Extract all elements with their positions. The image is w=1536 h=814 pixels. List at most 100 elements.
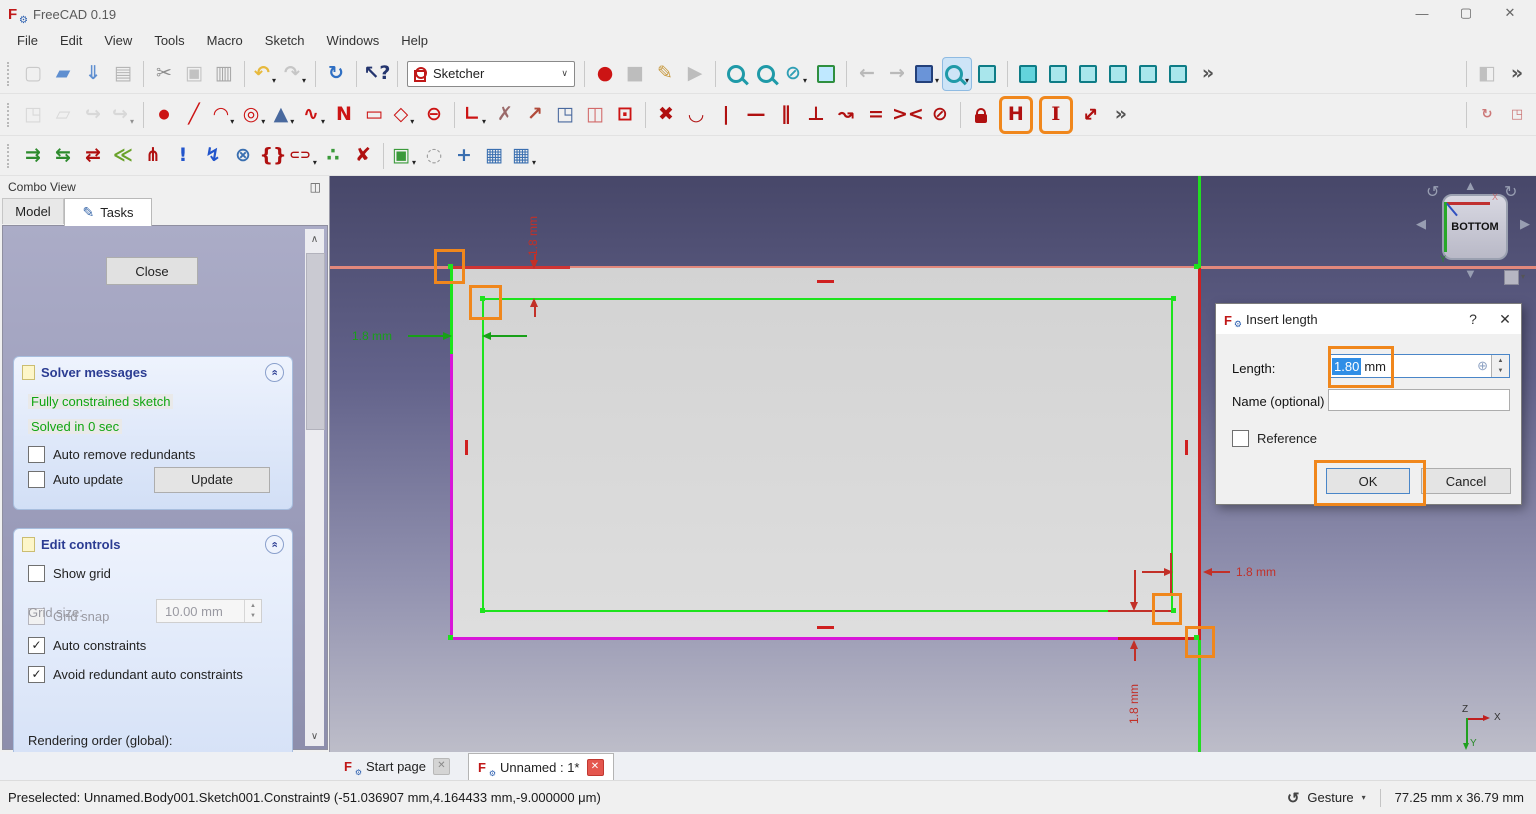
show-bspline-control-polygon-button[interactable]: +: [450, 140, 478, 172]
save-button[interactable]: ⇓: [79, 58, 107, 90]
outer-rect-top-edge[interactable]: [452, 266, 570, 269]
show-bspline-knot-multiplicity-button[interactable]: ▦▾: [510, 140, 538, 172]
external-geometry-button[interactable]: ◳: [551, 99, 579, 131]
length-spinner[interactable]: ▲▼: [1491, 355, 1509, 377]
macro-stop-button[interactable]: ■: [621, 58, 649, 90]
toolbar-grip[interactable]: [7, 144, 12, 168]
fillet-button[interactable]: ∟▾: [461, 99, 489, 131]
dropdown-caret-icon[interactable]: ▾: [261, 117, 265, 126]
dropdown-caret-icon[interactable]: ▾: [313, 158, 317, 167]
outer-rect-left-edge[interactable]: [450, 354, 453, 640]
dropdown-caret-icon[interactable]: ▾: [803, 76, 807, 85]
create-line-button[interactable]: ╱: [180, 99, 208, 131]
vertical-constraint-tick[interactable]: [465, 440, 468, 455]
sketcher-edit-tools-icon-1[interactable]: ↻: [1473, 99, 1501, 131]
update-button[interactable]: Update: [154, 467, 270, 493]
new-file-button[interactable]: ▢: [19, 58, 47, 90]
top-view-button[interactable]: [1044, 58, 1072, 90]
clone-button[interactable]: ⊂⊃▾: [289, 140, 317, 172]
vertex-dot[interactable]: [448, 264, 453, 269]
tab-unnamed-document[interactable]: F ⚙ Unnamed : 1* ✕: [468, 753, 614, 781]
create-slot-button[interactable]: ⊖: [420, 99, 448, 131]
scroll-up-icon[interactable]: ∧: [305, 229, 324, 249]
sketcher-view-section-button[interactable]: ◧: [1473, 58, 1501, 90]
reference-checkbox[interactable]: [1232, 430, 1249, 447]
cut-button[interactable]: ✂: [150, 58, 178, 90]
close-task-button[interactable]: Close: [106, 257, 198, 285]
menu-item-help[interactable]: Help: [390, 30, 439, 52]
navigation-cube[interactable]: ▲ ↺ ↻ ◀ ▶ BOTTOM X Y ▼ ▾: [1416, 178, 1536, 294]
inner-rect[interactable]: [482, 298, 1173, 612]
tab-model[interactable]: Model: [2, 198, 64, 224]
vertex-dot[interactable]: [480, 296, 485, 301]
toolbar-grip[interactable]: [7, 103, 12, 127]
extend-edge-button[interactable]: ↗: [521, 99, 549, 131]
symmetry-button[interactable]: {}: [259, 140, 287, 172]
collapse-solver-button[interactable]: «: [265, 363, 284, 382]
bottom-view-button[interactable]: [1134, 58, 1162, 90]
paste-button[interactable]: ▥: [210, 58, 238, 90]
dropdown-caret-icon[interactable]: ▾: [410, 117, 414, 126]
cancel-button[interactable]: Cancel: [1421, 468, 1511, 494]
create-point-button[interactable]: ●: [150, 99, 178, 131]
constrain-vertical-button[interactable]: |: [712, 99, 740, 131]
dialog-close-button[interactable]: ✕: [1489, 304, 1521, 334]
dimension-left-label[interactable]: 1.8 mm: [352, 329, 392, 343]
constrain-equal-button[interactable]: =: [862, 99, 890, 131]
dropdown-caret-icon[interactable]: ▾: [482, 117, 486, 126]
horizontal-constraint-tick[interactable]: [817, 626, 834, 629]
right-toolbar-overflow[interactable]: »: [1503, 58, 1531, 90]
create-polyline-button[interactable]: N: [330, 99, 358, 131]
vertex-dot[interactable]: [480, 608, 485, 613]
menu-item-windows[interactable]: Windows: [316, 30, 391, 52]
axonometric-view-button[interactable]: [973, 58, 1001, 90]
tab-close-icon[interactable]: ✕: [587, 759, 604, 776]
select-unconstrained-dof-button[interactable]: ⇉: [19, 140, 47, 172]
float-panel-icon[interactable]: ◫: [310, 180, 321, 194]
constrain-point-on-object-button[interactable]: ◡: [682, 99, 710, 131]
menu-item-file[interactable]: File: [6, 30, 49, 52]
carbon-copy-button[interactable]: ◫: [581, 99, 609, 131]
toggle-bspline-information-button[interactable]: ▣▾: [390, 140, 418, 172]
spin-up-icon[interactable]: ▲: [1498, 358, 1504, 364]
macro-record-button[interactable]: ●: [591, 58, 619, 90]
select-constraints-button[interactable]: ≪: [109, 140, 137, 172]
create-polygon-button[interactable]: ◇▾: [390, 99, 418, 131]
nav-forward-button[interactable]: →: [883, 58, 911, 90]
menu-item-view[interactable]: View: [93, 30, 143, 52]
maximize-button[interactable]: ▢: [1444, 0, 1488, 26]
toggle-construction-button[interactable]: ⊡: [611, 99, 639, 131]
dropdown-caret-icon[interactable]: ▾: [532, 158, 536, 167]
create-bspline-button[interactable]: ∿▾: [300, 99, 328, 131]
dimension-bottom-label[interactable]: 1.8 mm: [1127, 684, 1141, 724]
macro-play-button[interactable]: ▶: [681, 58, 709, 90]
show-bspline-comb-button[interactable]: ▦: [480, 140, 508, 172]
constrain-coincident-button[interactable]: ✖: [652, 99, 680, 131]
remove-axes-alignment-button[interactable]: ✘: [349, 140, 377, 172]
constrain-block-button[interactable]: ⊘: [926, 99, 954, 131]
navigation-style-label[interactable]: Gesture: [1307, 790, 1353, 805]
constraint-toolbar-overflow[interactable]: »: [1107, 99, 1135, 131]
show-grid-checkbox[interactable]: [28, 565, 45, 582]
redo-button[interactable]: ↷▾: [281, 58, 309, 90]
show-hide-bspline-degree-button[interactable]: ◌: [420, 140, 448, 172]
select-redundant-constraints-button[interactable]: !: [169, 140, 197, 172]
dialog-help-button[interactable]: ?: [1457, 304, 1489, 334]
constrain-perpendicular-button[interactable]: ⊥: [802, 99, 830, 131]
view-toolbar-overflow[interactable]: »: [1194, 58, 1222, 90]
constrain-horizontal-distance-button[interactable]: H: [1002, 99, 1030, 131]
dropdown-caret-icon[interactable]: ▾: [935, 76, 939, 85]
nav-cube-menu-caret-icon[interactable]: ▾: [1521, 272, 1525, 281]
nav-rotate-right-icon[interactable]: ▶: [1520, 216, 1530, 232]
panel-scrollbar[interactable]: ∧ ∨: [305, 229, 324, 746]
vertex-dot[interactable]: [1194, 635, 1199, 640]
select-elements-of-constraints-button[interactable]: ⋔: [139, 140, 167, 172]
macro-edit-button[interactable]: ✎: [651, 58, 679, 90]
menu-item-macro[interactable]: Macro: [196, 30, 254, 52]
auto-constraints-checkbox[interactable]: ✓: [28, 637, 45, 654]
menu-item-sketch[interactable]: Sketch: [254, 30, 316, 52]
right-view-button[interactable]: [1074, 58, 1102, 90]
fit-all-button[interactable]: [722, 58, 750, 90]
horizontal-constraint-tick[interactable]: [817, 280, 834, 283]
nav-back-button[interactable]: ←: [853, 58, 881, 90]
